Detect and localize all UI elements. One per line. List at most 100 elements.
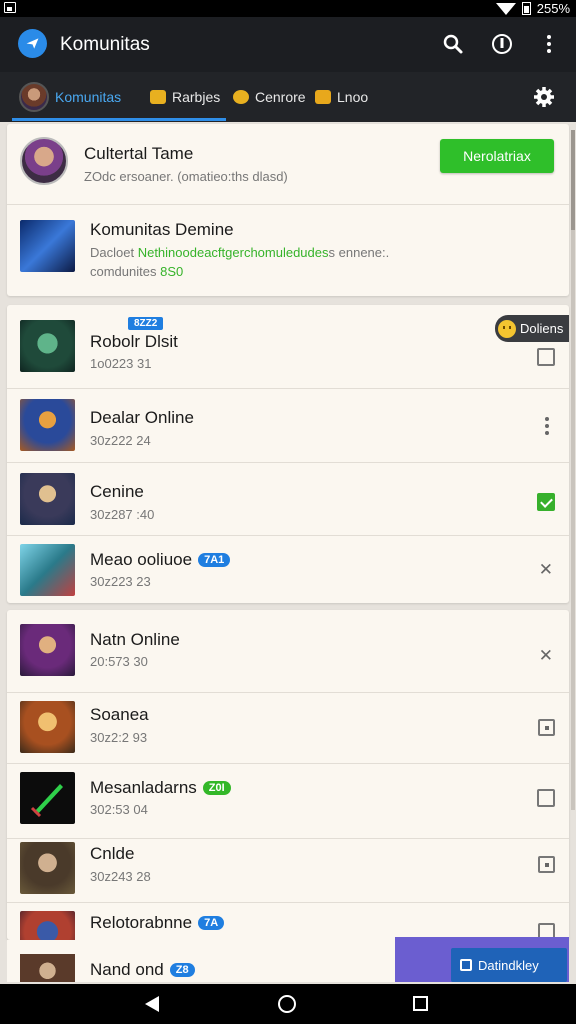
item-checkbox-checked[interactable] [537,493,555,511]
item-badge: Z0I [202,781,231,795]
list-card-2: Natn Online 20:573 30 ✕ Soanea 30z2:2 93… [7,610,569,940]
item-title: Soanea [90,705,149,724]
game-thumbnail [20,842,75,894]
tab-rarbjes[interactable]: Rarbjes [150,72,220,122]
community-description: Dacloet Nethinoodeacftgerchomuledudess e… [90,245,389,260]
header-card: Cultertal Tame ZOdc ersoaner. (omatieo:t… [7,124,569,296]
item-checkbox[interactable] [538,719,555,736]
profile-subtitle: ZOdc ersoaner. (omatieo:ths dlasd) [84,169,288,184]
avatar [19,82,49,112]
wifi-icon [495,2,516,15]
item-title: Nand ond Z8 [90,960,195,980]
item-title-text: Mesanladarns [90,778,197,797]
item-title: Dealar Online [90,408,194,427]
close-icon[interactable]: ✕ [539,560,553,580]
item-title: Mesanladarns Z0I [90,778,231,798]
description-prefix: Dacloet [90,245,135,260]
item-code: 302:53 04 [90,802,148,817]
back-icon[interactable] [145,996,159,1012]
scrollbar-track[interactable] [571,130,575,810]
search-icon[interactable] [441,32,465,56]
description-highlight: Nethinoodeacftgerchomuledudes [137,245,329,260]
item-code: 30z2:2 93 [90,730,148,745]
community-row[interactable]: Komunitas Demine Dacloet Nethinoodeacftg… [7,205,569,296]
game-thumbnail [20,320,75,372]
more-vert-icon[interactable] [537,32,561,56]
item-title-text: Meao ooliuoe [90,550,193,569]
battery-percent: 255% [536,1,570,16]
item-badge: 7A [198,916,225,930]
profile-name: Cultertal Tame [84,144,194,163]
scrollbar-thumb[interactable] [571,130,575,230]
list-item[interactable]: Natn Online 20:573 30 ✕ [7,610,569,692]
info-icon[interactable] [490,32,514,56]
status-bar: 255% [0,0,576,17]
folder-icon [315,90,331,104]
box-icon [150,90,166,104]
tab-lnoo[interactable]: Lnoo [315,72,368,122]
item-badge: 8ZZ2 [128,317,164,330]
game-thumbnail [20,911,75,940]
list-item[interactable]: Relotorabnne 7A [7,903,569,940]
fab-button[interactable]: Datindkley [451,948,567,982]
list-item[interactable]: Dealar Online 30z222 24 [7,389,569,462]
emoji-icon [498,319,516,338]
item-title: Cnlde [90,844,135,863]
app-logo-icon [18,29,47,58]
game-thumbnail [20,399,75,451]
item-checkbox[interactable] [537,348,555,366]
camera-icon [460,959,472,971]
tab-label: Komunitas [55,89,122,105]
game-thumbnail [20,624,75,676]
tab-label: Rarbjes [172,89,221,105]
item-code: 30z223 23 [90,574,151,589]
tab-indicator [12,118,226,121]
item-badge: 7A1 [198,553,231,567]
lightning-icon [233,90,249,104]
item-badge: Z8 [169,963,195,977]
game-thumbnail [20,954,75,982]
item-title: Relotorabnne 7A [90,913,225,933]
options-chip[interactable]: Doliens [495,315,569,342]
item-code: 30z287 :40 [90,507,155,522]
bottom-list-item[interactable]: Nand ond Z8 [7,940,397,982]
settings-gear-icon[interactable] [532,85,556,109]
home-icon[interactable] [278,995,296,1013]
item-checkbox[interactable] [537,789,555,807]
close-icon[interactable]: ✕ [539,646,553,666]
profile-row[interactable]: Cultertal Tame ZOdc ersoaner. (omatieo:t… [7,124,569,204]
list-item[interactable]: Cenine 30z287 :40 [7,463,569,535]
tab-bar: Komunitas Rarbjes Cenrore Lnoo [0,72,576,122]
sword-icon [30,784,63,818]
community-title: Komunitas Demine [90,220,234,239]
item-title: Robolr Dlsit [90,332,178,351]
community-thumbnail [20,220,75,272]
list-item[interactable]: Soanea 30z2:2 93 [7,693,569,763]
tab-label: Cenrore [255,89,306,105]
game-thumbnail [20,473,75,525]
item-code: 30z243 28 [90,869,151,884]
list-item[interactable]: Mesanladarns Z0I 302:53 04 [7,764,569,838]
recents-icon[interactable] [413,996,428,1011]
more-vert-icon[interactable] [545,424,549,428]
item-title: Meao ooliuoe 7A1 [90,550,231,570]
item-title: Cenine [90,482,144,501]
list-item[interactable]: Meao ooliuoe 7A1 30z223 23 ✕ [7,536,569,603]
item-checkbox[interactable] [538,856,555,873]
follow-button[interactable]: Nerolatriax [440,139,554,173]
meta-prefix: comdunites [90,264,157,279]
community-meta: comdunites 8S0 [90,264,183,279]
battery-icon [521,2,531,15]
tab-cenrore[interactable]: Cenrore [233,72,306,122]
tab-komunitas[interactable]: Komunitas [19,72,121,122]
item-title: Natn Online [90,630,180,649]
game-thumbnail [20,701,75,753]
list-item[interactable]: 8ZZ2 Robolr Dlsit 1o0223 31 [7,305,569,388]
item-title-text: Relotorabnne [90,913,193,932]
list-card-1: 8ZZ2 Robolr Dlsit 1o0223 31 Dealar Onlin… [7,305,569,603]
system-nav-bar [0,984,576,1024]
app-title: Komunitas [60,34,150,55]
list-item[interactable]: Cnlde 30z243 28 [7,839,569,902]
item-title-text: Nand ond [90,960,164,979]
tab-label: Lnoo [337,89,369,105]
